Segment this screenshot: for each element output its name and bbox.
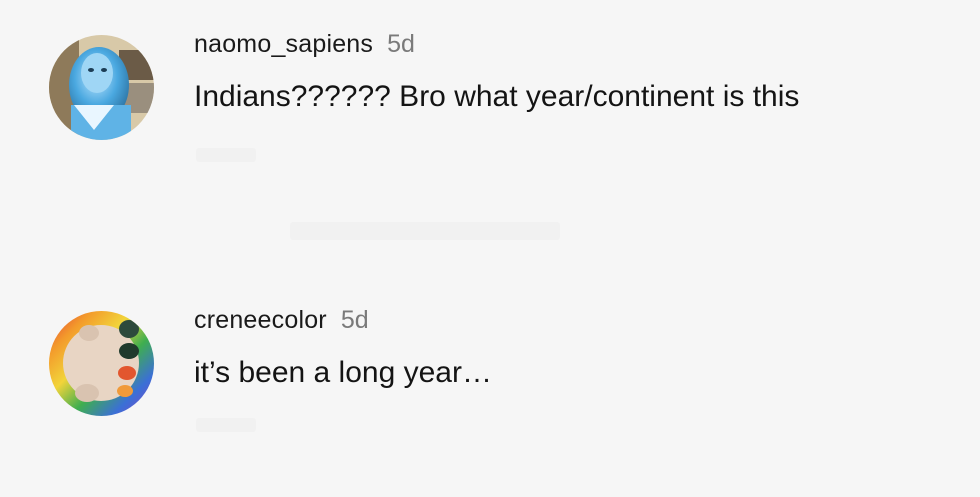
avatar[interactable] [49, 35, 154, 140]
comment-meta: creneecolor 5d [194, 306, 369, 336]
comments-page: naomo_sapiens 5d Indians?????? Bro what … [0, 0, 980, 497]
faded-reply-trace [196, 418, 256, 432]
avatar[interactable] [49, 311, 154, 416]
faded-reply-trace [290, 222, 560, 240]
comment-meta: naomo_sapiens 5d [194, 30, 415, 60]
comment-text: it’s been a long year… [194, 356, 492, 389]
profile-photo-avatar-icon [49, 311, 154, 416]
faded-reply-trace [196, 148, 256, 162]
username[interactable]: naomo_sapiens [194, 30, 373, 59]
username[interactable]: creneecolor [194, 306, 327, 335]
timestamp: 5d [340, 306, 369, 334]
comment-text: Indians?????? Bro what year/continent is… [194, 80, 800, 113]
profile-photo-avatar-icon [49, 35, 154, 140]
timestamp: 5d [387, 30, 415, 58]
